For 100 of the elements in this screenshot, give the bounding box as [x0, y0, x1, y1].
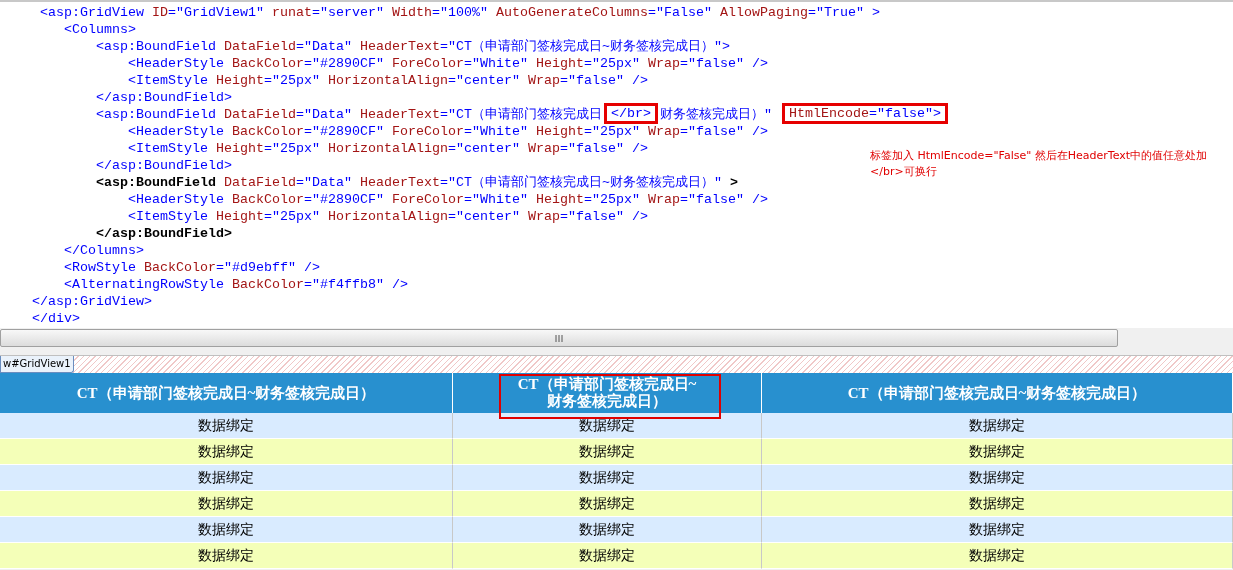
- code-token: <asp:GridView: [39, 5, 144, 20]
- code-token: >: [870, 5, 880, 20]
- table-cell: 数据绑定: [453, 413, 762, 439]
- code-token: />: [630, 73, 648, 88]
- code-token: 财务签核完成日）": [659, 107, 773, 122]
- code-token: ="Data": [295, 39, 352, 54]
- code-token: />: [302, 260, 320, 275]
- code-token: ForeColor: [390, 124, 464, 139]
- code-token: ="100%": [431, 5, 488, 20]
- code-token: ="server": [311, 5, 384, 20]
- code-token: ="White": [463, 124, 528, 139]
- code-token: ="false": [679, 56, 744, 71]
- table-cell: 数据绑定: [762, 543, 1233, 569]
- code-token: BackColor: [230, 124, 304, 139]
- code-token: ="Data": [295, 175, 352, 190]
- code-token: AutoGenerateColumns: [494, 5, 648, 20]
- table-cell: 数据绑定: [453, 517, 762, 543]
- code-token: </Columns>: [63, 243, 144, 258]
- code-token: ="#2890CF": [303, 56, 384, 71]
- code-token: <AlternatingRowStyle: [63, 277, 224, 292]
- table-cell: 数据绑定: [453, 465, 762, 491]
- code-token: ID: [150, 5, 168, 20]
- code-token: HeaderText: [358, 107, 440, 122]
- code-token: HorizontalAlign: [326, 141, 448, 156]
- code-token: Height: [534, 56, 584, 71]
- code-token: HorizontalAlign: [326, 209, 448, 224]
- code-token: ="False": [647, 5, 712, 20]
- code-token: HtmlEncode: [788, 107, 869, 120]
- code-token: <asp:BoundField: [94, 39, 216, 54]
- code-token: DataField: [222, 107, 296, 122]
- table-cell: 数据绑定: [0, 439, 453, 465]
- code-token: BackColor: [230, 192, 304, 207]
- code-editor[interactable]: [0, 0, 1233, 328]
- code-token: ="25px": [263, 73, 320, 88]
- code-token: Height: [214, 73, 264, 88]
- code-token: />: [630, 141, 648, 156]
- code-token: </br>: [610, 107, 651, 120]
- code-token: ="false": [559, 141, 624, 156]
- code-token: ="#f4ffb8": [303, 277, 384, 292]
- table-cell: 数据绑定: [762, 439, 1233, 465]
- table-cell: 数据绑定: [0, 543, 453, 569]
- code-token: ="25px": [583, 124, 640, 139]
- code-token: />: [390, 277, 408, 292]
- table-cell: 数据绑定: [453, 491, 762, 517]
- code-token: </div>: [31, 311, 80, 326]
- table-cell: 数据绑定: [453, 543, 762, 569]
- code-token: ="false": [868, 107, 933, 120]
- code-token: <ItemStyle: [126, 209, 208, 224]
- code-token: <asp:BoundField: [94, 107, 216, 122]
- code-token: DataField: [222, 39, 296, 54]
- code-token: Width: [390, 5, 432, 20]
- code-token: <ItemStyle: [126, 73, 208, 88]
- code-token: HeaderText: [358, 39, 440, 54]
- code-token: <HeaderStyle: [126, 56, 224, 71]
- code-token: <RowStyle: [63, 260, 136, 275]
- code-token: Wrap: [646, 192, 680, 207]
- code-token: ="25px": [263, 141, 320, 156]
- code-token: </asp:BoundField>: [94, 158, 232, 173]
- code-token: <ItemStyle: [126, 141, 208, 156]
- header-text: CT（申请部门签核完成日~财务签核完成日）: [847, 384, 1147, 402]
- code-token: ="CT（申请部门签核完成日~财务签核完成日）": [439, 39, 722, 54]
- code-token: BackColor: [230, 277, 304, 292]
- code-token: Height: [214, 209, 264, 224]
- design-tab[interactable]: w#GridView1: [0, 356, 74, 373]
- code-token: <HeaderStyle: [126, 192, 224, 207]
- code-token: >: [932, 107, 941, 120]
- code-token: ="White": [463, 192, 528, 207]
- table-cell: 数据绑定: [0, 413, 453, 439]
- table-cell: 数据绑定: [762, 491, 1233, 517]
- table-cell: 数据绑定: [0, 465, 453, 491]
- code-token: ="25px": [583, 56, 640, 71]
- grip-icon: [555, 334, 563, 342]
- code-token: </asp:BoundField>: [94, 226, 232, 241]
- code-token: ="White": [463, 56, 528, 71]
- code-token: ForeColor: [390, 56, 464, 71]
- horizontal-scrollbar[interactable]: [0, 329, 1118, 347]
- code-token: HeaderText: [358, 175, 440, 190]
- code-token: DataField: [222, 175, 296, 190]
- table-cell: 数据绑定: [0, 517, 453, 543]
- code-token: >: [728, 175, 738, 190]
- code-token: ="#2890CF": [303, 192, 384, 207]
- code-token: ForeColor: [390, 192, 464, 207]
- code-token: ="25px": [583, 192, 640, 207]
- code-token: <asp:BoundField: [94, 175, 216, 190]
- code-token: ="center": [447, 209, 520, 224]
- header-text: CT（申请部门签核完成日~ 财务签核完成日）: [517, 376, 697, 410]
- code-token: Height: [534, 192, 584, 207]
- code-token: <HeaderStyle: [126, 124, 224, 139]
- code-token: ="false": [559, 209, 624, 224]
- code-token: BackColor: [230, 56, 304, 71]
- code-token: />: [750, 124, 768, 139]
- code-token: runat: [270, 5, 312, 20]
- code-token: ="false": [559, 73, 624, 88]
- code-token: ="25px": [263, 209, 320, 224]
- code-token: ="True": [807, 5, 864, 20]
- code-token: AllowPaging: [718, 5, 808, 20]
- code-token: Height: [214, 141, 264, 156]
- code-token: />: [750, 192, 768, 207]
- code-token: <Columns>: [63, 22, 136, 37]
- code-token: ="#2890CF": [303, 124, 384, 139]
